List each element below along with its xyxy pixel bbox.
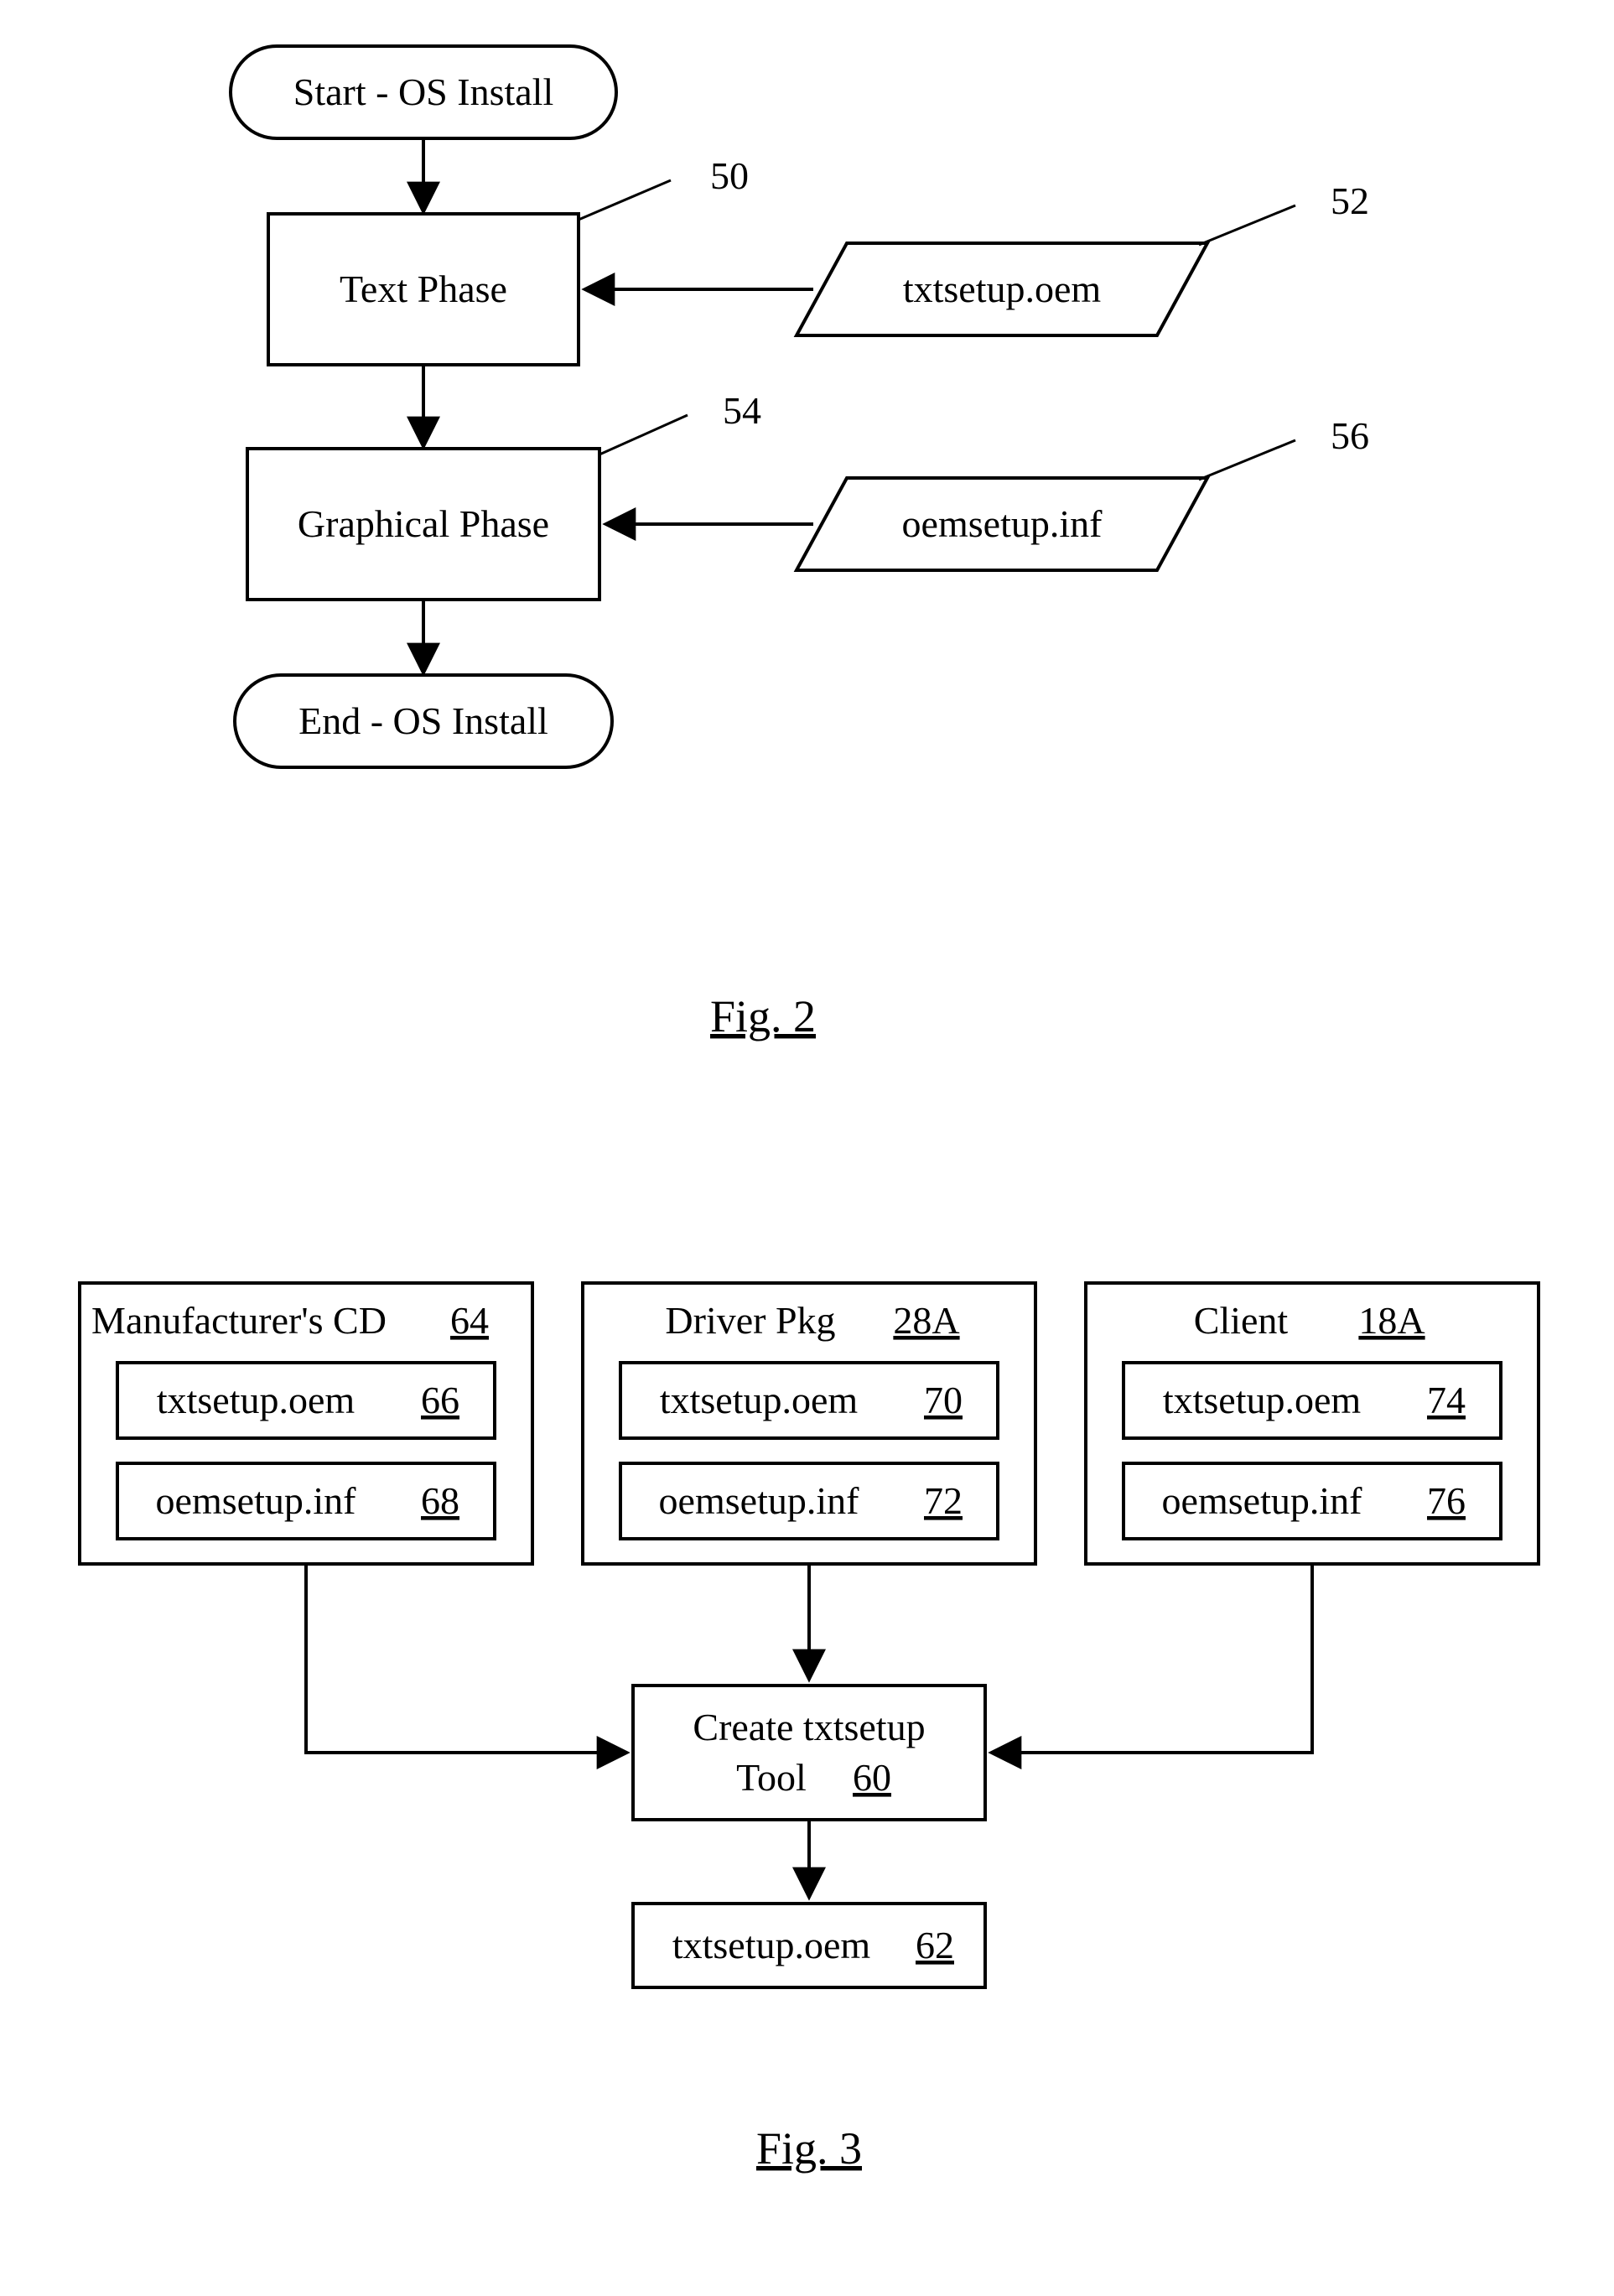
- tool-ref: 60: [853, 1756, 891, 1799]
- svg-text:Client: Client: [1194, 1299, 1289, 1342]
- svg-text:76: 76: [1427, 1479, 1466, 1522]
- svg-text:28A: 28A: [893, 1299, 959, 1342]
- graphical-phase-label: Graphical Phase: [298, 502, 549, 545]
- output-label: txtsetup.oem: [672, 1924, 871, 1966]
- svg-text:72: 72: [924, 1479, 963, 1522]
- svg-text:txtsetup.oem: txtsetup.oem: [660, 1379, 859, 1421]
- oemsetup-input-label: oemsetup.inf: [902, 502, 1103, 545]
- svg-text:txtsetup.oem: txtsetup.oem: [1163, 1379, 1362, 1421]
- svg-text:68: 68: [421, 1479, 459, 1522]
- txtsetup-input-label: txtsetup.oem: [903, 268, 1102, 310]
- driver-pkg-box: Driver Pkg 28A txtsetup.oem 70 oemsetup.…: [583, 1283, 1035, 1564]
- diagram-canvas: Start - OS Install Text Phase 50 txtsetu…: [0, 0, 1614, 2296]
- fig3-caption: Fig. 3: [756, 2123, 862, 2174]
- tool-line2: Tool: [736, 1756, 807, 1799]
- client-box: Client 18A txtsetup.oem 74 oemsetup.inf …: [1086, 1283, 1539, 1564]
- arrow-box3-to-tool: [994, 1564, 1312, 1753]
- tool-line1: Create txtsetup: [693, 1706, 925, 1748]
- mfg-cd-box: Manufacturer's CD 64 txtsetup.oem 66 oem…: [80, 1283, 532, 1564]
- arrow-box1-to-tool: [306, 1564, 625, 1753]
- leader-52: [1199, 205, 1295, 245]
- svg-text:oemsetup.inf: oemsetup.inf: [156, 1479, 357, 1522]
- end-label: End - OS Install: [298, 699, 548, 742]
- leader-56: [1199, 440, 1295, 480]
- ref-54: 54: [723, 389, 761, 432]
- fig2-caption: Fig. 2: [710, 991, 816, 1042]
- leader-50: [579, 180, 671, 220]
- ref-56: 56: [1331, 414, 1369, 457]
- svg-text:txtsetup.oem: txtsetup.oem: [157, 1379, 355, 1421]
- leader-54: [599, 415, 688, 455]
- svg-text:Manufacturer's CD: Manufacturer's CD: [91, 1299, 387, 1342]
- svg-text:64: 64: [450, 1299, 489, 1342]
- start-label: Start - OS Install: [293, 70, 553, 113]
- svg-text:66: 66: [421, 1379, 459, 1421]
- output-ref: 62: [916, 1924, 954, 1966]
- svg-text:74: 74: [1427, 1379, 1466, 1421]
- svg-text:18A: 18A: [1358, 1299, 1425, 1342]
- svg-text:oemsetup.inf: oemsetup.inf: [1162, 1479, 1363, 1522]
- text-phase-label: Text Phase: [340, 268, 507, 310]
- svg-text:70: 70: [924, 1379, 963, 1421]
- ref-52: 52: [1331, 179, 1369, 222]
- ref-50: 50: [710, 154, 749, 197]
- svg-text:Driver Pkg: Driver Pkg: [665, 1299, 835, 1342]
- svg-text:oemsetup.inf: oemsetup.inf: [659, 1479, 860, 1522]
